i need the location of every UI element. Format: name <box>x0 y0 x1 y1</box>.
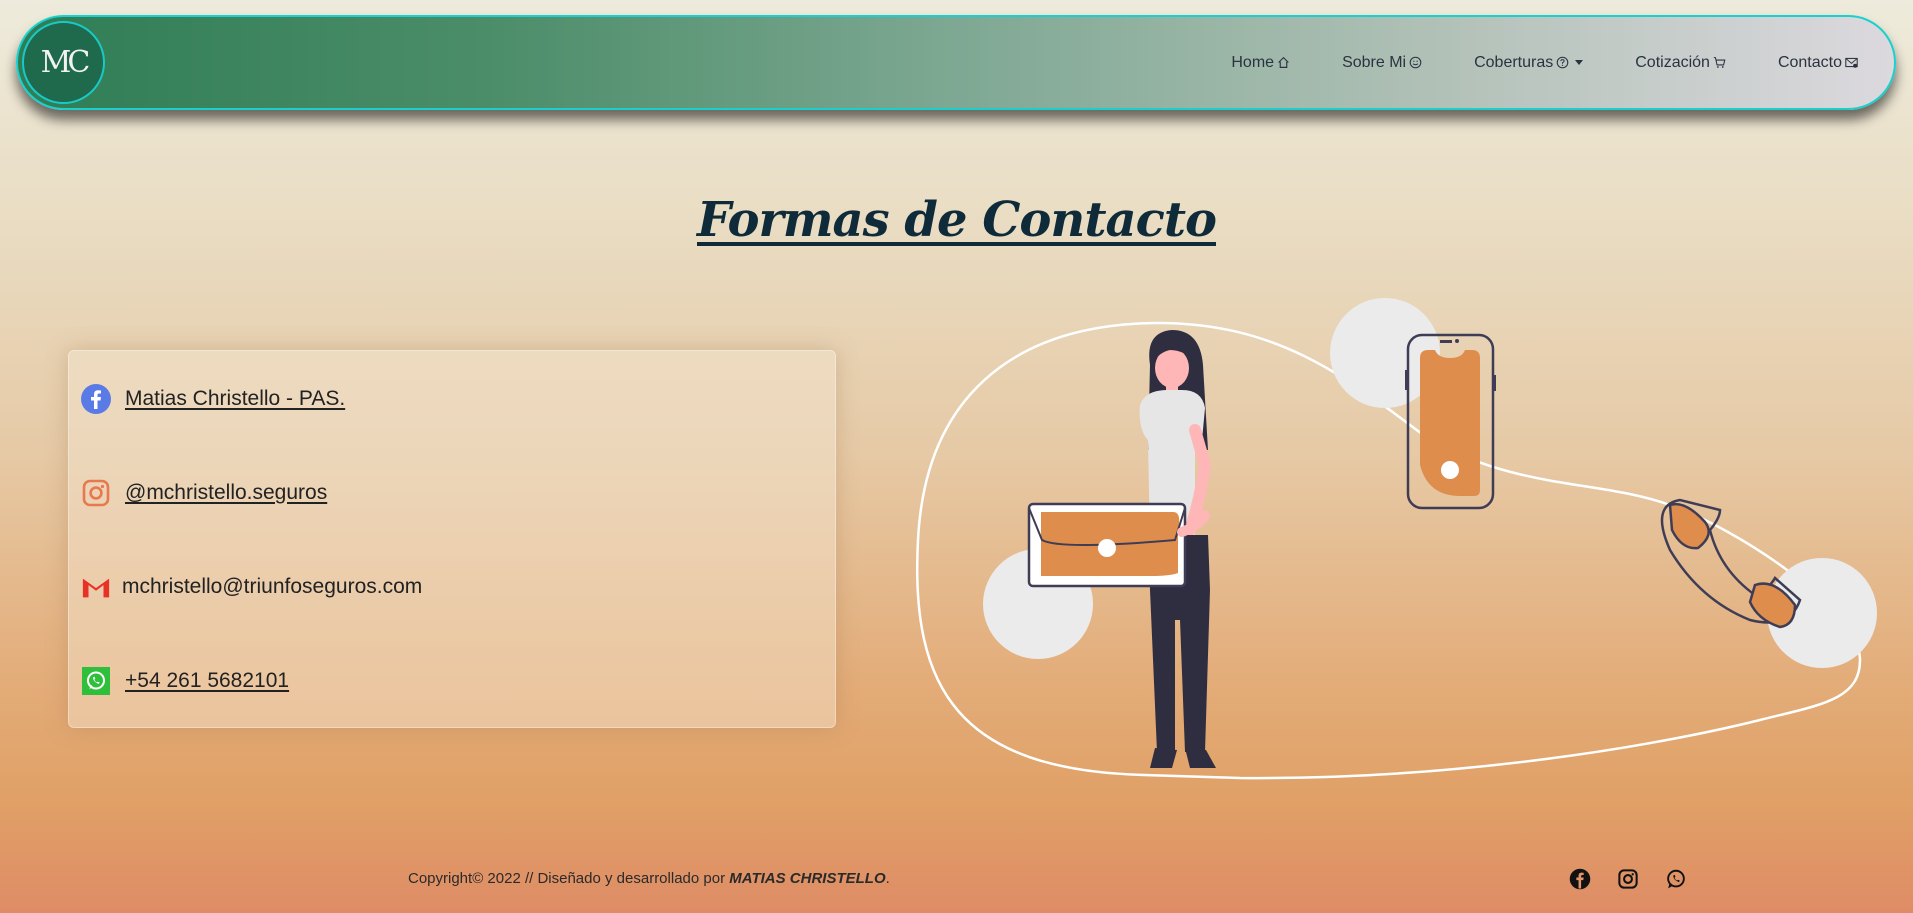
logo-text: MC <box>40 45 91 80</box>
whatsapp-icon[interactable] <box>81 666 111 696</box>
facebook-icon[interactable] <box>81 384 111 414</box>
footer-copyright: Copyright© 2022 // Diseñado y desarrolla… <box>408 870 890 887</box>
contact-facebook: Matias Christello - PAS. <box>81 384 345 414</box>
nav-menu: Home Sobre Mi Coberturas Cotización Cont… <box>1179 17 1858 108</box>
mail-icon <box>1845 56 1858 69</box>
chevron-down-icon <box>1575 60 1584 65</box>
footer-copyright-text: Copyright© 2022 // Diseñado y desarrolla… <box>408 870 730 887</box>
email-address: mchristello@triunfoseguros.com <box>122 575 423 598</box>
instagram-icon[interactable] <box>81 478 111 508</box>
nav-coberturas-label: Coberturas <box>1474 53 1554 71</box>
nav-sobre-mi-label: Sobre Mi <box>1342 53 1407 71</box>
page-title: Formas de Contacto <box>697 192 1217 248</box>
nav-cotizacion-label: Cotización <box>1635 53 1710 71</box>
nav-contacto[interactable]: Contacto <box>1778 54 1858 72</box>
contact-illustration <box>916 298 1877 780</box>
facebook-link[interactable]: Matias Christello - PAS. <box>125 387 345 411</box>
navbar: MC Home Sobre Mi Coberturas Cotización C… <box>16 15 1896 110</box>
instagram-link[interactable]: @mchristello.seguros <box>125 481 327 505</box>
nav-sobre-mi[interactable]: Sobre Mi <box>1342 54 1422 72</box>
gmail-icon <box>81 572 111 602</box>
cart-icon <box>1713 56 1726 69</box>
envelope-illustration <box>1027 502 1210 588</box>
contact-email: mchristello@triunfoseguros.com <box>81 572 422 602</box>
nav-cotizacion[interactable]: Cotización <box>1635 54 1726 72</box>
footer-suffix: . <box>885 870 890 887</box>
footer-instagram-icon[interactable] <box>1617 868 1639 890</box>
question-icon <box>1556 56 1569 69</box>
nav-home-label: Home <box>1231 53 1275 71</box>
footer-whatsapp-icon[interactable] <box>1665 868 1687 890</box>
smile-icon <box>1409 56 1422 69</box>
contact-card: Matias Christello - PAS. @mchristello.se… <box>68 350 836 728</box>
whatsapp-link[interactable]: +54 261 5682101 <box>125 669 289 693</box>
contact-whatsapp: +54 261 5682101 <box>81 666 289 696</box>
home-icon <box>1277 56 1290 69</box>
nav-contacto-label: Contacto <box>1777 53 1842 71</box>
nav-home[interactable]: Home <box>1231 54 1290 72</box>
nav-coberturas[interactable]: Coberturas <box>1474 53 1584 72</box>
footer-author[interactable]: MATIAS CHRISTELLO <box>729 870 885 887</box>
footer-facebook-icon[interactable] <box>1569 868 1591 890</box>
contact-instagram: @mchristello.seguros <box>81 478 327 508</box>
logo[interactable]: MC <box>22 21 105 104</box>
